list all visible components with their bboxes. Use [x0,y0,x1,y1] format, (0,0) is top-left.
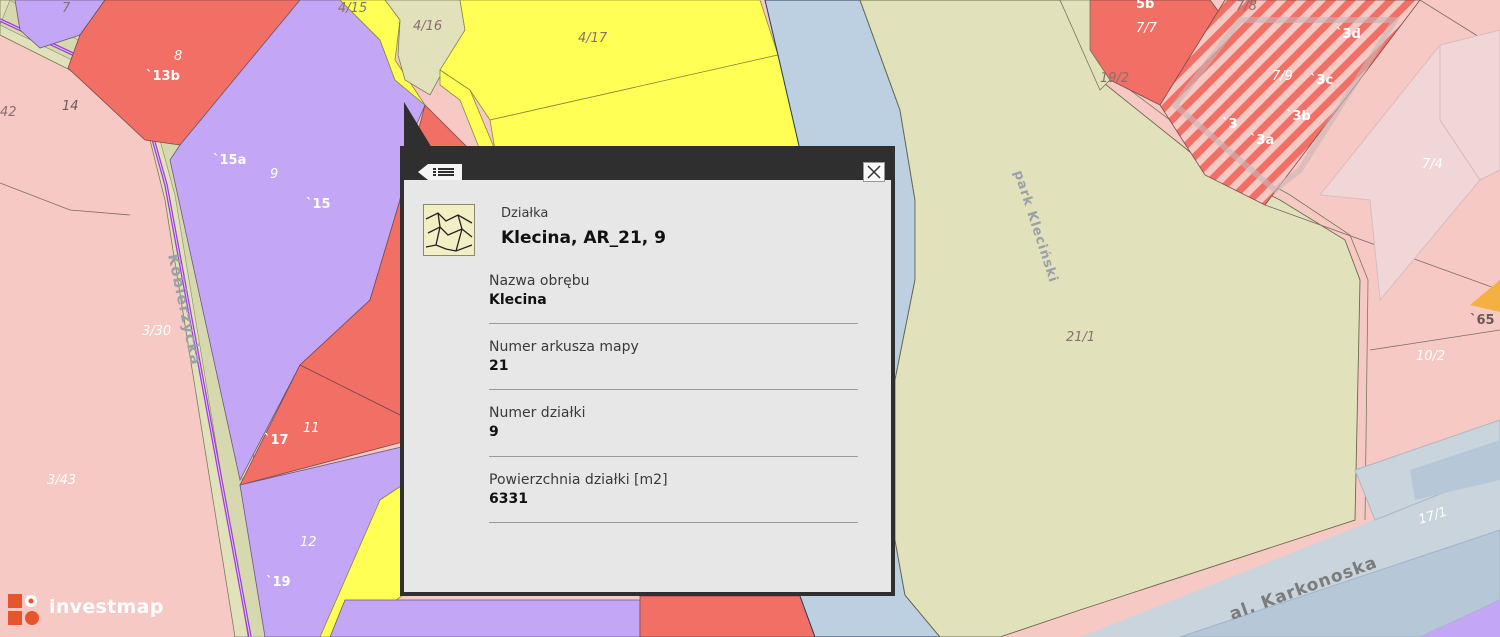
field-separator [489,389,858,390]
close-button[interactable] [863,162,885,182]
list-back-button[interactable] [418,162,462,182]
field-label-precinct: Nazwa obrębu [489,273,590,289]
parcel-label: `15 [306,197,331,212]
parcel-label: `3d [1336,27,1361,42]
parcel-label: 7/7 [1136,21,1158,36]
parcel-label: 42 [0,105,17,120]
investmap-brand-text: investmap [49,596,164,618]
field-separator [489,456,858,457]
parcel-label: 19/2 [1100,71,1129,86]
parcel-label: 3/43 [47,473,76,488]
parcel-label: 12 [300,535,317,550]
list-back-icon [418,164,462,180]
parcel-label: 5b [1136,0,1154,12]
field-value-area: 6331 [489,491,528,507]
field-label-area: Powierzchnia działki [m2] [489,472,668,488]
parcel-map-icon [423,204,475,256]
parcel-label: 4/17 [578,31,608,46]
parcel-label: `3 [1222,117,1238,132]
parcel-label: `19 [266,575,291,590]
parcel-label: 10/2 [1416,349,1445,364]
popup-pointer [404,102,432,148]
parcel-label: 4/15 [338,1,367,16]
parcel-purple-bottom [329,599,641,637]
parcel-label: `15a [213,153,246,168]
field-value-parcel-number: 9 [489,424,499,440]
parcel-label: 11 [303,421,320,436]
parcel-label: 7/4 [1422,157,1443,172]
parcel-label: 14 [62,99,79,114]
field-separator [489,522,858,523]
field-label-map-sheet: Numer arkusza mapy [489,339,639,355]
field-value-map-sheet: 21 [489,358,509,374]
parcel-label: 4/16 [413,19,442,34]
field-value-precinct: Klecina [489,292,547,308]
parcel-label: 7/9 [1272,69,1293,84]
parcel-label: 8 [174,49,182,64]
parcel-label: `3b [1286,109,1311,124]
parcel-label: 3/30 [142,324,171,339]
close-icon [867,165,881,179]
field-label-parcel-number: Numer działki [489,405,586,421]
parcel-label: 21/1 [1066,330,1095,345]
investmap-logo-icon [8,594,39,625]
feature-type-label: Działka [501,206,549,221]
parcel-label: 7 [62,1,71,16]
popup-header [404,146,891,180]
parcel-title: Klecina, AR_21, 9 [501,228,666,248]
parcel-info-popup: Działka Klecina, AR_21, 9 Nazwa obrębu K… [400,146,895,596]
parcel-red-bottom [639,595,816,637]
parcel-label: 7/8 [1236,0,1257,14]
parcel-label: `3a [1250,133,1274,148]
parcel-label: 9 [270,167,278,182]
parcel-label: `3c [1310,73,1333,88]
parcel-label: `17 [264,433,289,448]
parcel-label: `13b [146,69,180,84]
parcel-label: `65 [1470,313,1495,328]
field-separator [489,323,858,324]
